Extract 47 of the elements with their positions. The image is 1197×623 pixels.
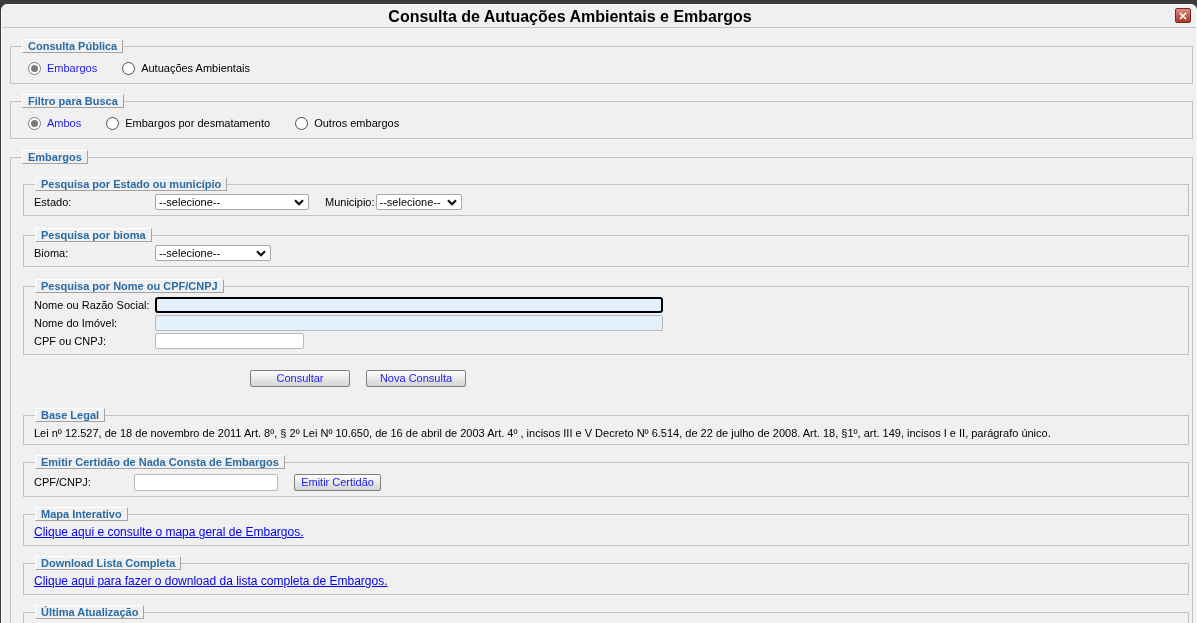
map-link[interactable]: Clique aqui e consulte o mapa geral de Embargos. bbox=[34, 525, 304, 539]
section-legend: Pesquisa por Estado ou município bbox=[35, 177, 228, 191]
section-legend: Filtro para Busca bbox=[22, 94, 124, 108]
radio-label[interactable]: Embargos bbox=[47, 61, 98, 75]
form-button[interactable]: Consultar bbox=[250, 370, 350, 387]
chevron-down-icon bbox=[256, 249, 266, 257]
section-legend: Mapa Interativo bbox=[35, 507, 128, 521]
field-label: Municipio: bbox=[325, 195, 375, 209]
estado-select[interactable]: --selecione-- bbox=[155, 194, 309, 210]
field-label: Estado: bbox=[34, 195, 73, 209]
text-input[interactable] bbox=[155, 297, 663, 313]
chevron-down-icon bbox=[446, 198, 457, 206]
radio-button[interactable] bbox=[295, 116, 309, 130]
bioma-select[interactable]: --selecione-- bbox=[155, 245, 271, 261]
field-label: CPF/CNPJ: bbox=[34, 476, 92, 489]
form-button[interactable]: Emitir Certidão bbox=[294, 474, 381, 491]
radio-button[interactable] bbox=[28, 61, 41, 75]
download-link[interactable]: Clique aqui para fazer o download da lista completa de Embargos. bbox=[34, 574, 388, 588]
radio-button[interactable] bbox=[28, 116, 41, 130]
section-legend: Consulta Pública bbox=[22, 39, 124, 53]
form-button[interactable]: Nova Consulta bbox=[366, 370, 466, 387]
section-legend: Download Lista Completa bbox=[35, 556, 182, 570]
window-title: Consulta de Autuações Ambientais e Embargos bbox=[388, 6, 752, 26]
cpf-cnpj-input[interactable] bbox=[134, 474, 278, 491]
radio-button[interactable] bbox=[122, 61, 136, 75]
radio-label[interactable]: Ambos bbox=[47, 116, 82, 130]
radio-button[interactable] bbox=[106, 116, 120, 130]
close-button[interactable] bbox=[1175, 8, 1191, 23]
chevron-down-icon bbox=[294, 198, 304, 206]
radio-label[interactable]: Outros embargos bbox=[314, 116, 400, 130]
field-label: Nome do Imóvel: bbox=[34, 316, 119, 330]
text-input[interactable] bbox=[155, 315, 663, 331]
text-input[interactable] bbox=[155, 333, 304, 349]
section-legend: Pesquisa por Nome ou CPF/CNPJ bbox=[35, 279, 224, 293]
radio-label[interactable]: Autuações Ambientais bbox=[141, 61, 250, 75]
section-legend: Embargos bbox=[22, 150, 88, 164]
municipio-select[interactable]: --selecione-- bbox=[375, 194, 462, 210]
field-label: CPF ou CNPJ: bbox=[34, 334, 108, 348]
section-legend: Emitir Certidão de Nada Consta de Embargos bbox=[35, 455, 285, 469]
section-legend: Última Atualização bbox=[35, 605, 145, 619]
radio-label[interactable]: Embargos por desmatamento bbox=[125, 116, 271, 130]
section-legend: Base Legal bbox=[35, 408, 106, 422]
field-label: Bioma: bbox=[34, 246, 70, 260]
close-icon bbox=[1179, 11, 1187, 20]
legal-basis-text: Lei nº 12.527, de 18 de novembro de 2011 Art. 8º, § 2º Lei Nº 10.650, de 16 de abril de 2003 Art. 4º , incisos III e V Decreto Nº 6.514, de 22 de julho de 2008. Art. 18, §1º, art. 149, incisos I e II, parágrafo único. bbox=[34, 426, 1052, 440]
section-legend: Pesquisa por bioma bbox=[35, 228, 152, 242]
field-label: Nome ou Razão Social: bbox=[34, 298, 151, 312]
